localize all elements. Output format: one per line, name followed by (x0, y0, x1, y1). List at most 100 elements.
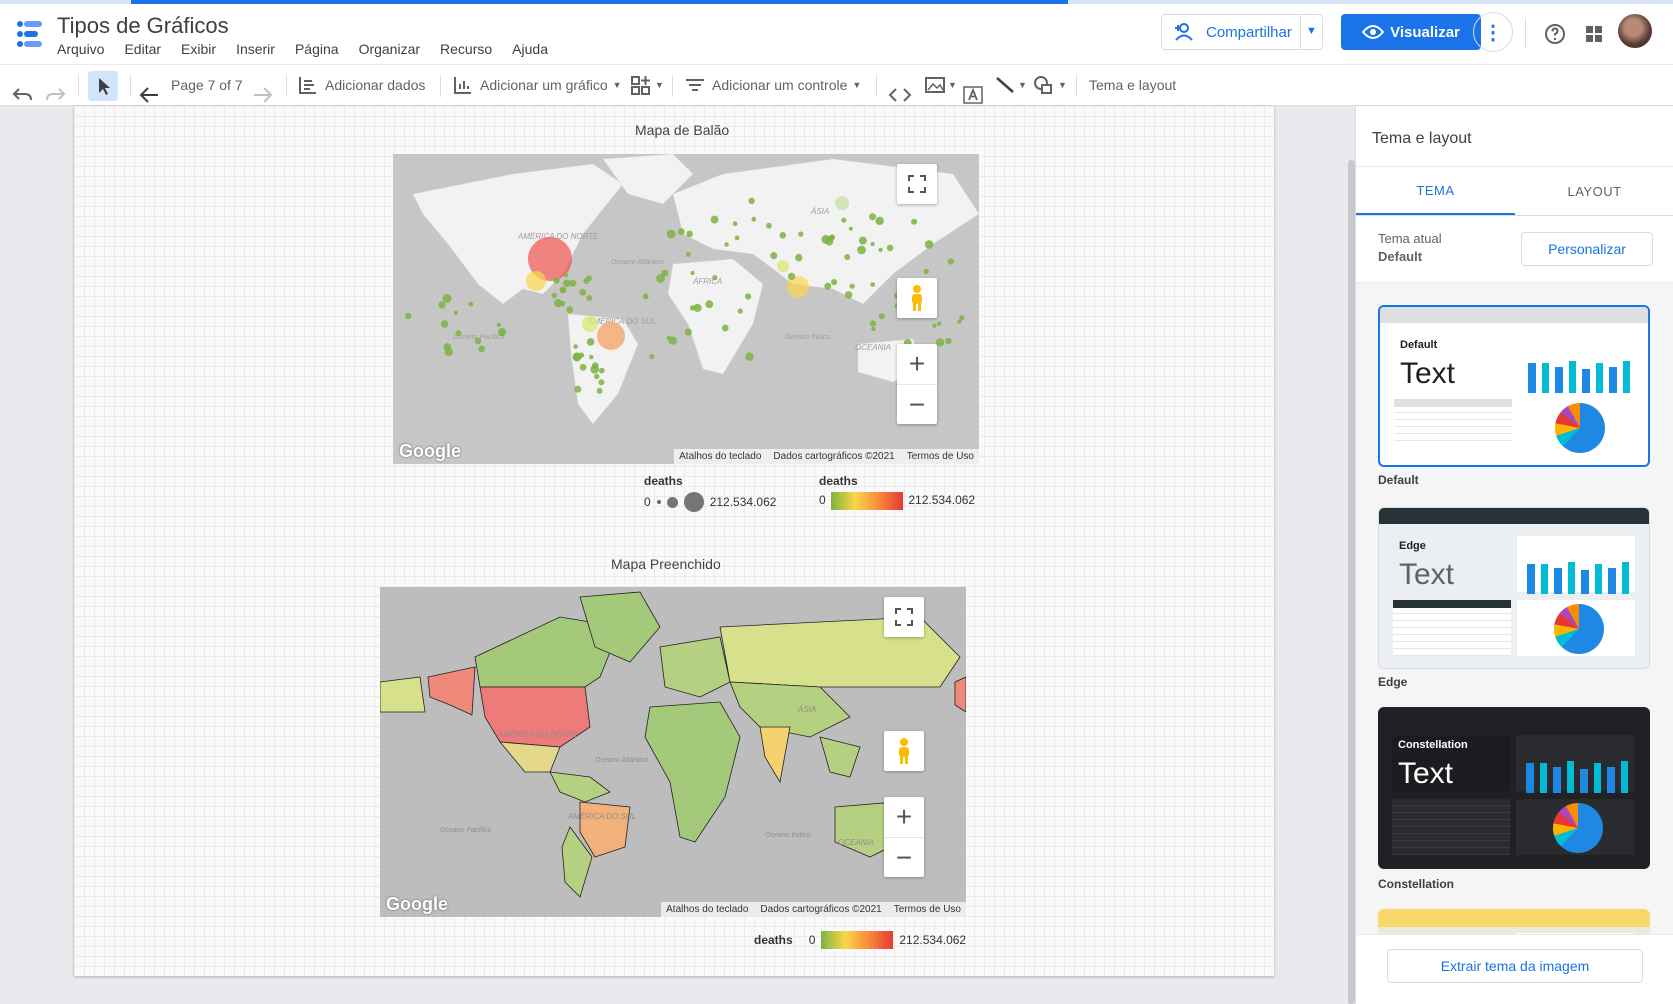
data-studio-logo-icon[interactable] (14, 18, 44, 50)
google-logo[interactable]: Google (386, 894, 448, 915)
theme-card-default[interactable]: Default Text (1378, 305, 1650, 467)
keyboard-shortcuts-link[interactable]: Atalhos do teclado (666, 904, 748, 915)
bubble-marker (690, 270, 695, 276)
region-alaska-east (954, 676, 966, 713)
menu-inserir[interactable]: Inserir (236, 41, 275, 57)
bubble-marker (474, 337, 482, 345)
select-tool-button[interactable] (88, 71, 118, 101)
legend-color-scale (821, 931, 894, 949)
line-tool-button[interactable]: ▼ (994, 65, 1027, 105)
keyboard-shortcuts-link[interactable]: Atalhos do teclado (679, 451, 761, 462)
bubble-marker (924, 240, 934, 249)
bubble-marker (945, 337, 952, 345)
bubble-map[interactable]: AMÉRICA DO NORTE AMÉRICA DO SUL ÁSIA ÁFR… (393, 154, 979, 464)
street-view-pegman[interactable] (884, 731, 924, 771)
bubble-marker (935, 338, 945, 347)
filled-map[interactable]: AMÉRICA DO NORTE AMÉRICA DO SUL ÁSIA OCE… (380, 587, 966, 917)
tab-theme[interactable]: TEMA (1356, 167, 1515, 215)
tab-layout[interactable]: LAYOUT (1515, 167, 1673, 215)
help-icon[interactable] (1543, 22, 1567, 46)
map-label-atlantic: Oceano Atlântico (595, 757, 648, 764)
zoom-controls: + − (884, 797, 924, 877)
bubble-marker (438, 301, 446, 309)
bubble-marker (766, 222, 772, 229)
canvas-scrollbar[interactable] (1348, 160, 1355, 1004)
apps-grid-icon[interactable] (1582, 22, 1606, 46)
bubble-map-title: Mapa de Balão (635, 122, 730, 138)
region-central-south-america-north (549, 771, 611, 803)
map-label-oceania: OCEANIA (838, 838, 874, 847)
add-data-button[interactable]: Adicionar dados (297, 65, 425, 105)
extract-theme-from-image-button[interactable]: Extrair tema da imagem (1387, 949, 1643, 983)
add-control-label: Adicionar um controle (712, 77, 848, 93)
share-label: Compartilhar (1206, 23, 1292, 41)
add-data-icon (299, 77, 316, 94)
filled-map-title: Mapa Preenchido (611, 556, 721, 572)
bubble-marker (566, 306, 574, 314)
customize-button[interactable]: Personalizar (1521, 232, 1653, 266)
street-view-pegman[interactable] (897, 278, 937, 318)
mini-pie-chart (1554, 604, 1604, 654)
theme-card-next[interactable] (1378, 909, 1650, 934)
mini-bar-chart (1520, 341, 1638, 397)
fullscreen-button[interactable] (897, 164, 937, 204)
zoom-out-button[interactable]: − (897, 384, 937, 424)
bubble-marker (478, 345, 486, 353)
user-avatar[interactable] (1618, 14, 1652, 48)
map-data-credit: Dados cartográficos ©2021 (773, 451, 895, 462)
report-page[interactable]: Mapa de Balão AMÉRICA DO NORTE AMÉRICA D… (74, 106, 1274, 976)
report-title[interactable]: Tipos de Gráficos (57, 13, 229, 39)
terms-link[interactable]: Termos de Uso (907, 451, 974, 462)
chevron-down-icon[interactable]: ▼ (1306, 25, 1317, 37)
more-options-button[interactable]: ⋮ (1473, 12, 1513, 52)
bubble-marker (721, 324, 729, 332)
chevron-down-icon: ▼ (852, 80, 862, 90)
map-label-south-america: AMÉRICA DO SUL (567, 812, 636, 821)
bubble-marker (732, 221, 738, 227)
bubble-marker (844, 254, 851, 260)
google-logo[interactable]: Google (399, 441, 461, 462)
pegman-icon (899, 738, 909, 764)
map-label-indian: Oceano Índico (765, 830, 810, 839)
map-label-pacific: Oceano Pacífico (440, 827, 491, 834)
card-theme-label: Constellation (1398, 739, 1468, 751)
bubble-marker (594, 373, 600, 380)
bubble-marker (598, 379, 605, 386)
bubble-marker (795, 253, 803, 262)
menu-exibir[interactable]: Exibir (181, 41, 216, 57)
bubble-marker (779, 232, 787, 239)
fullscreen-button[interactable] (884, 597, 924, 637)
menu-organizar[interactable]: Organizar (359, 41, 420, 57)
bubble-marker (589, 354, 594, 360)
menu-recurso[interactable]: Recurso (440, 41, 492, 57)
theme-card-edge[interactable]: Edge Text (1378, 507, 1650, 669)
view-button[interactable]: Visualizar (1341, 14, 1481, 50)
add-control-button[interactable]: Adicionar um controle ▼ (684, 65, 861, 105)
menu-editar[interactable]: Editar (124, 41, 161, 57)
community-viz-button[interactable]: ▼ (630, 65, 664, 105)
add-chart-button[interactable]: Adicionar um gráfico ▼ (452, 65, 622, 105)
shape-tool-button[interactable]: ▼ (1032, 65, 1067, 105)
share-button[interactable]: Compartilhar ▼ (1161, 14, 1323, 50)
legend-dot-medium (666, 496, 678, 508)
zoom-out-button[interactable]: − (884, 837, 924, 877)
bubble-marker (599, 367, 605, 374)
terms-link[interactable]: Termos de Uso (894, 904, 961, 915)
legend-dot-small (656, 500, 661, 504)
legend-title: deaths (644, 474, 683, 488)
map-label-asia: ÁSIA (810, 207, 829, 216)
theme-layout-button[interactable]: Tema e layout (1089, 65, 1176, 105)
chevron-down-icon: ▼ (948, 80, 957, 90)
menu-arquivo[interactable]: Arquivo (57, 41, 104, 57)
zoom-in-button[interactable]: + (896, 797, 912, 837)
menu-ajuda[interactable]: Ajuda (512, 41, 548, 57)
bubble-marker (923, 268, 929, 275)
card-theme-label: Default (1400, 339, 1438, 351)
theme-card-constellation[interactable]: Constellation Text (1378, 707, 1650, 869)
insert-image-button[interactable]: ▼ (924, 65, 957, 105)
zoom-in-button[interactable]: + (909, 344, 925, 384)
line-icon (996, 77, 1014, 93)
legend-title: deaths (819, 474, 858, 488)
filled-map-legend: deaths 0 212.534.062 (754, 931, 966, 949)
menu-pagina[interactable]: Página (295, 41, 339, 57)
